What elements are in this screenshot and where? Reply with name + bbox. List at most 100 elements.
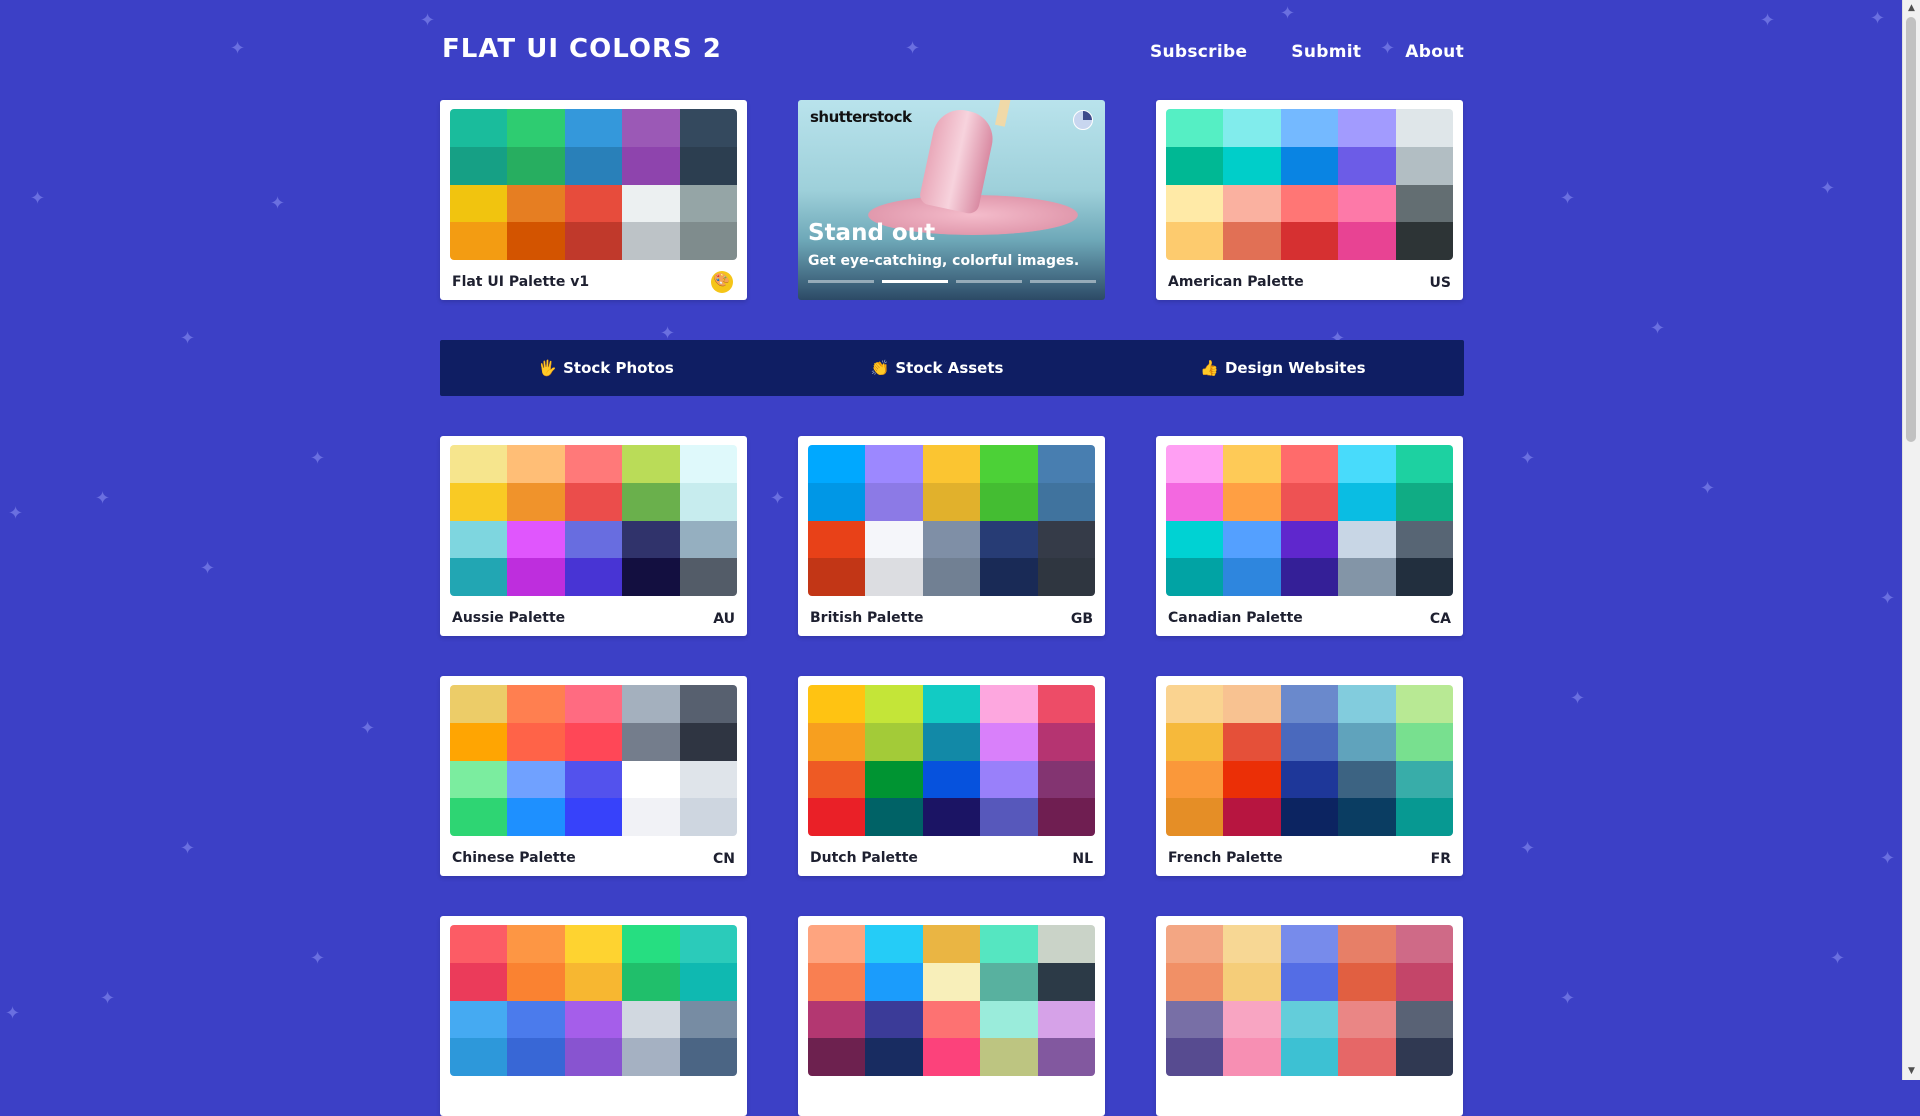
- color-swatch[interactable]: [1223, 798, 1281, 836]
- color-swatch[interactable]: [865, 445, 923, 483]
- promo-design-websites[interactable]: 👍 Design Websites: [1200, 359, 1365, 377]
- color-swatch[interactable]: [1280, 925, 1339, 963]
- color-swatch[interactable]: [450, 482, 508, 521]
- color-swatch[interactable]: [1280, 445, 1339, 483]
- color-swatch[interactable]: [450, 798, 508, 836]
- color-swatch[interactable]: [679, 222, 737, 260]
- color-swatch[interactable]: [980, 798, 1038, 836]
- ad-slide-indicator[interactable]: [956, 280, 1022, 283]
- color-swatch[interactable]: [1395, 520, 1453, 559]
- color-swatch[interactable]: [1166, 482, 1224, 521]
- color-swatch[interactable]: [980, 445, 1038, 483]
- color-swatch[interactable]: [622, 925, 680, 963]
- color-swatch[interactable]: [507, 722, 565, 761]
- color-swatch[interactable]: [1280, 558, 1339, 596]
- color-swatch[interactable]: [450, 445, 508, 483]
- color-swatch[interactable]: [1166, 222, 1224, 260]
- color-swatch[interactable]: [922, 1000, 981, 1039]
- color-swatch[interactable]: [865, 558, 923, 596]
- color-swatch[interactable]: [865, 962, 923, 1001]
- color-swatch[interactable]: [450, 962, 508, 1001]
- color-swatch[interactable]: [865, 760, 923, 799]
- color-swatch[interactable]: [980, 685, 1038, 723]
- ad-slide-indicator[interactable]: [808, 280, 874, 283]
- color-swatch[interactable]: [564, 445, 623, 483]
- color-swatch[interactable]: [507, 109, 565, 147]
- nav-submit[interactable]: Submit: [1291, 42, 1361, 62]
- color-swatch[interactable]: [679, 962, 737, 1001]
- color-swatch[interactable]: [1395, 798, 1453, 836]
- color-swatch[interactable]: [450, 520, 508, 559]
- color-swatch[interactable]: [679, 925, 737, 963]
- color-swatch[interactable]: [1037, 962, 1095, 1001]
- color-swatch[interactable]: [679, 722, 737, 761]
- color-swatch[interactable]: [1395, 109, 1453, 147]
- color-swatch[interactable]: [1280, 1000, 1339, 1039]
- color-swatch[interactable]: [507, 1038, 565, 1076]
- color-swatch[interactable]: [980, 1000, 1038, 1039]
- color-swatch[interactable]: [450, 558, 508, 596]
- color-swatch[interactable]: [922, 760, 981, 799]
- color-swatch[interactable]: [1395, 445, 1453, 483]
- color-swatch[interactable]: [622, 184, 680, 223]
- color-swatch[interactable]: [1037, 445, 1095, 483]
- color-swatch[interactable]: [507, 962, 565, 1001]
- color-swatch[interactable]: [1223, 184, 1281, 223]
- color-swatch[interactable]: [922, 482, 981, 521]
- color-swatch[interactable]: [1338, 760, 1396, 799]
- color-swatch[interactable]: [980, 925, 1038, 963]
- color-swatch[interactable]: [1338, 558, 1396, 596]
- ad-slide-indicator[interactable]: [882, 280, 948, 283]
- color-swatch[interactable]: [564, 798, 623, 836]
- color-swatch[interactable]: [1280, 962, 1339, 1001]
- palette-card[interactable]: Flat UI Palette v1 🎨: [440, 100, 747, 300]
- color-swatch[interactable]: [450, 146, 508, 185]
- color-swatch[interactable]: [622, 1000, 680, 1039]
- color-swatch[interactable]: [679, 146, 737, 185]
- color-swatch[interactable]: [808, 482, 866, 521]
- color-swatch[interactable]: [1395, 722, 1453, 761]
- color-swatch[interactable]: [622, 962, 680, 1001]
- palette-card[interactable]: French Palette FR: [1156, 676, 1463, 876]
- color-swatch[interactable]: [564, 482, 623, 521]
- color-swatch[interactable]: [450, 1000, 508, 1039]
- color-swatch[interactable]: [1037, 558, 1095, 596]
- color-swatch[interactable]: [564, 1038, 623, 1076]
- color-swatch[interactable]: [1338, 1000, 1396, 1039]
- color-swatch[interactable]: [1280, 184, 1339, 223]
- color-swatch[interactable]: [1223, 109, 1281, 147]
- color-swatch[interactable]: [1338, 482, 1396, 521]
- ad-info-icon[interactable]: [1073, 110, 1093, 130]
- color-swatch[interactable]: [922, 925, 981, 963]
- color-swatch[interactable]: [507, 184, 565, 223]
- nav-subscribe[interactable]: Subscribe: [1150, 42, 1247, 62]
- color-swatch[interactable]: [450, 925, 508, 963]
- color-swatch[interactable]: [679, 798, 737, 836]
- color-swatch[interactable]: [980, 1038, 1038, 1076]
- color-swatch[interactable]: [1037, 925, 1095, 963]
- color-swatch[interactable]: [922, 445, 981, 483]
- color-swatch[interactable]: [507, 1000, 565, 1039]
- promo-stock-assets[interactable]: 👏 Stock Assets: [871, 359, 1004, 377]
- site-logo[interactable]: FLAT UI COLORS 2: [442, 34, 722, 64]
- color-swatch[interactable]: [507, 925, 565, 963]
- color-swatch[interactable]: [1166, 722, 1224, 761]
- color-swatch[interactable]: [507, 482, 565, 521]
- color-swatch[interactable]: [507, 222, 565, 260]
- palette-card[interactable]: American Palette US: [1156, 100, 1463, 300]
- color-swatch[interactable]: [1223, 1000, 1281, 1039]
- color-swatch[interactable]: [1037, 520, 1095, 559]
- color-swatch[interactable]: [808, 445, 866, 483]
- color-swatch[interactable]: [980, 962, 1038, 1001]
- color-swatch[interactable]: [1166, 1038, 1224, 1076]
- color-swatch[interactable]: [1037, 798, 1095, 836]
- color-swatch[interactable]: [1395, 760, 1453, 799]
- color-swatch[interactable]: [1395, 146, 1453, 185]
- color-swatch[interactable]: [808, 1038, 866, 1076]
- color-swatch[interactable]: [980, 722, 1038, 761]
- color-swatch[interactable]: [1395, 1038, 1453, 1076]
- color-swatch[interactable]: [865, 482, 923, 521]
- color-swatch[interactable]: [1166, 685, 1224, 723]
- color-swatch[interactable]: [1395, 962, 1453, 1001]
- color-swatch[interactable]: [1223, 222, 1281, 260]
